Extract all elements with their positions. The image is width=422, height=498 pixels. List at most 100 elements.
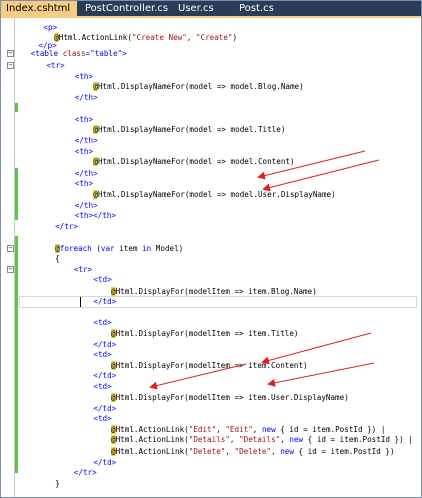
code-line[interactable]: <tr> — [46, 58, 64, 73]
code-token: > — [111, 371, 117, 380]
fold-toggle-icon[interactable]: − — [7, 50, 14, 57]
fold-toggle-icon[interactable]: − — [7, 62, 14, 69]
tab-label: PostController.cs — [85, 3, 169, 14]
code-token: </ — [55, 222, 65, 231]
code-line[interactable]: @Html.ActionLink("Create New", "Create") — [54, 30, 237, 45]
code-line[interactable]: @Html.DisplayNameFor(model => model.Titl… — [93, 122, 285, 137]
code-token: , — [186, 33, 196, 42]
code-line[interactable]: @Html.DisplayNameFor(model => model.Blog… — [93, 79, 304, 94]
code-token: "Delete" — [234, 447, 272, 456]
document-tab-bar: Index.cshtml ⊿ × PostController.cs User.cs… — [1, 1, 421, 18]
code-token: > — [73, 222, 79, 231]
code-token: </ — [74, 93, 84, 102]
code-token: > — [111, 458, 117, 467]
code-token: "Create" — [195, 33, 233, 42]
code-token: > — [93, 169, 98, 178]
code-line[interactable]: @Html.DisplayFor(modelItem => item.Conte… — [111, 358, 308, 373]
code-token: </ — [73, 468, 83, 477]
code-line[interactable]: <th> — [75, 112, 93, 127]
code-token: table — [35, 49, 59, 58]
code-token: > — [92, 468, 97, 477]
change-marker — [15, 236, 18, 473]
code-token: td — [97, 350, 108, 359]
code-token: > — [93, 93, 98, 102]
code-token: > — [122, 49, 127, 58]
code-token: > — [93, 136, 98, 145]
code-line[interactable]: <th> — [75, 176, 93, 191]
code-line[interactable]: <td> — [93, 315, 111, 330]
code-line[interactable]: <th></th> — [75, 208, 116, 223]
tab-index-cshtml[interactable]: Index.cshtml ⊿ × — [1, 1, 94, 16]
code-line[interactable]: <table class="table"> — [31, 46, 127, 61]
code-line[interactable]: @Html.DisplayFor(modelItem => item.Title… — [111, 326, 298, 341]
code-token: } — [55, 479, 60, 488]
code-line[interactable]: @foreach (var item in Model) — [55, 241, 183, 256]
fold-toggle-icon[interactable]: − — [7, 266, 14, 273]
code-token: Html.DisplayFor(modelItem => item.Title) — [115, 329, 299, 338]
code-token: > — [88, 72, 94, 81]
code-line[interactable]: <th> — [75, 144, 93, 159]
code-line[interactable]: <td> — [93, 411, 111, 426]
code-token: > — [87, 265, 93, 274]
code-token: , — [225, 447, 235, 456]
code-token: var — [100, 244, 115, 253]
code-token: item — [114, 244, 143, 253]
code-token: > — [88, 147, 94, 156]
code-token: Html.DisplayNameFor(model => model.Title… — [97, 125, 286, 134]
code-token: > — [60, 61, 65, 70]
code-token: > — [88, 115, 94, 124]
code-line[interactable]: <td> — [93, 379, 111, 394]
code-line[interactable]: </tr> — [74, 465, 97, 480]
code-token: th — [83, 93, 94, 102]
code-line[interactable]: <th> — [75, 69, 93, 84]
code-line[interactable]: } — [55, 476, 60, 491]
tab-label: Index.cshtml — [6, 3, 71, 14]
code-token: foreach — [59, 244, 92, 253]
code-line[interactable]: </td> — [93, 294, 116, 309]
code-token: > — [111, 211, 116, 220]
code-token: td — [97, 318, 108, 327]
code-line[interactable]: <tr> — [74, 262, 92, 277]
code-token: "Create New" — [131, 33, 187, 42]
code-token: { id = item.PostId }) — [293, 447, 395, 456]
tab-label: Post.cs — [239, 3, 274, 14]
code-token: th — [79, 179, 89, 188]
code-token: ></ — [88, 211, 103, 220]
code-token: new — [289, 435, 304, 444]
code-token: td — [97, 275, 108, 284]
code-token: in — [142, 244, 152, 253]
code-line[interactable]: @Html.DisplayNameFor(model => model.User… — [93, 187, 336, 202]
text-caret — [80, 297, 81, 307]
code-token: th — [79, 211, 89, 220]
code-token: "Details" — [188, 435, 230, 444]
change-marker — [15, 168, 18, 220]
code-token: ( — [91, 244, 101, 253]
code-line[interactable]: @Html.DisplayFor(modelItem => item.User.… — [111, 390, 349, 405]
code-line[interactable]: @Html.DisplayNameFor(model => model.Cont… — [93, 154, 295, 169]
code-line[interactable]: @Html.DisplayFor(modelItem => item.Blog.… — [111, 284, 317, 299]
tab-post-cs[interactable]: Post.cs — [234, 1, 294, 16]
code-line[interactable]: <td> — [93, 347, 111, 362]
code-token: ) — [232, 33, 238, 42]
code-line[interactable]: </th> — [75, 90, 98, 105]
code-line[interactable]: </tr> — [55, 219, 78, 234]
code-line[interactable]: { — [55, 251, 60, 266]
code-token: { — [55, 254, 60, 263]
code-token: Html.DisplayFor(modelItem => item.Conten… — [115, 361, 308, 370]
code-token: new — [280, 447, 294, 456]
code-token: td — [102, 297, 112, 306]
code-token: th — [102, 211, 112, 220]
code-token: Html.DisplayFor(modelItem => item.User.D… — [115, 393, 349, 402]
tab-postcontroller-cs[interactable]: PostController.cs — [80, 1, 172, 16]
code-editor[interactable]: <p> @Html.ActionLink("Create New", "Creat… — [1, 18, 421, 497]
code-token: Html.DisplayNameFor(model => model.Blog.… — [97, 82, 304, 91]
code-token: td — [102, 458, 112, 467]
code-token: th — [79, 72, 89, 81]
tab-user-cs[interactable]: User.cs — [173, 1, 233, 16]
code-line[interactable]: <td> — [93, 272, 111, 287]
change-marker — [15, 103, 18, 112]
code-token: , — [271, 447, 281, 456]
fold-toggle-icon[interactable]: − — [7, 245, 14, 252]
code-line[interactable]: @Html.ActionLink("Delete", "Delete", new… — [111, 444, 395, 459]
code-token: > — [88, 179, 94, 188]
